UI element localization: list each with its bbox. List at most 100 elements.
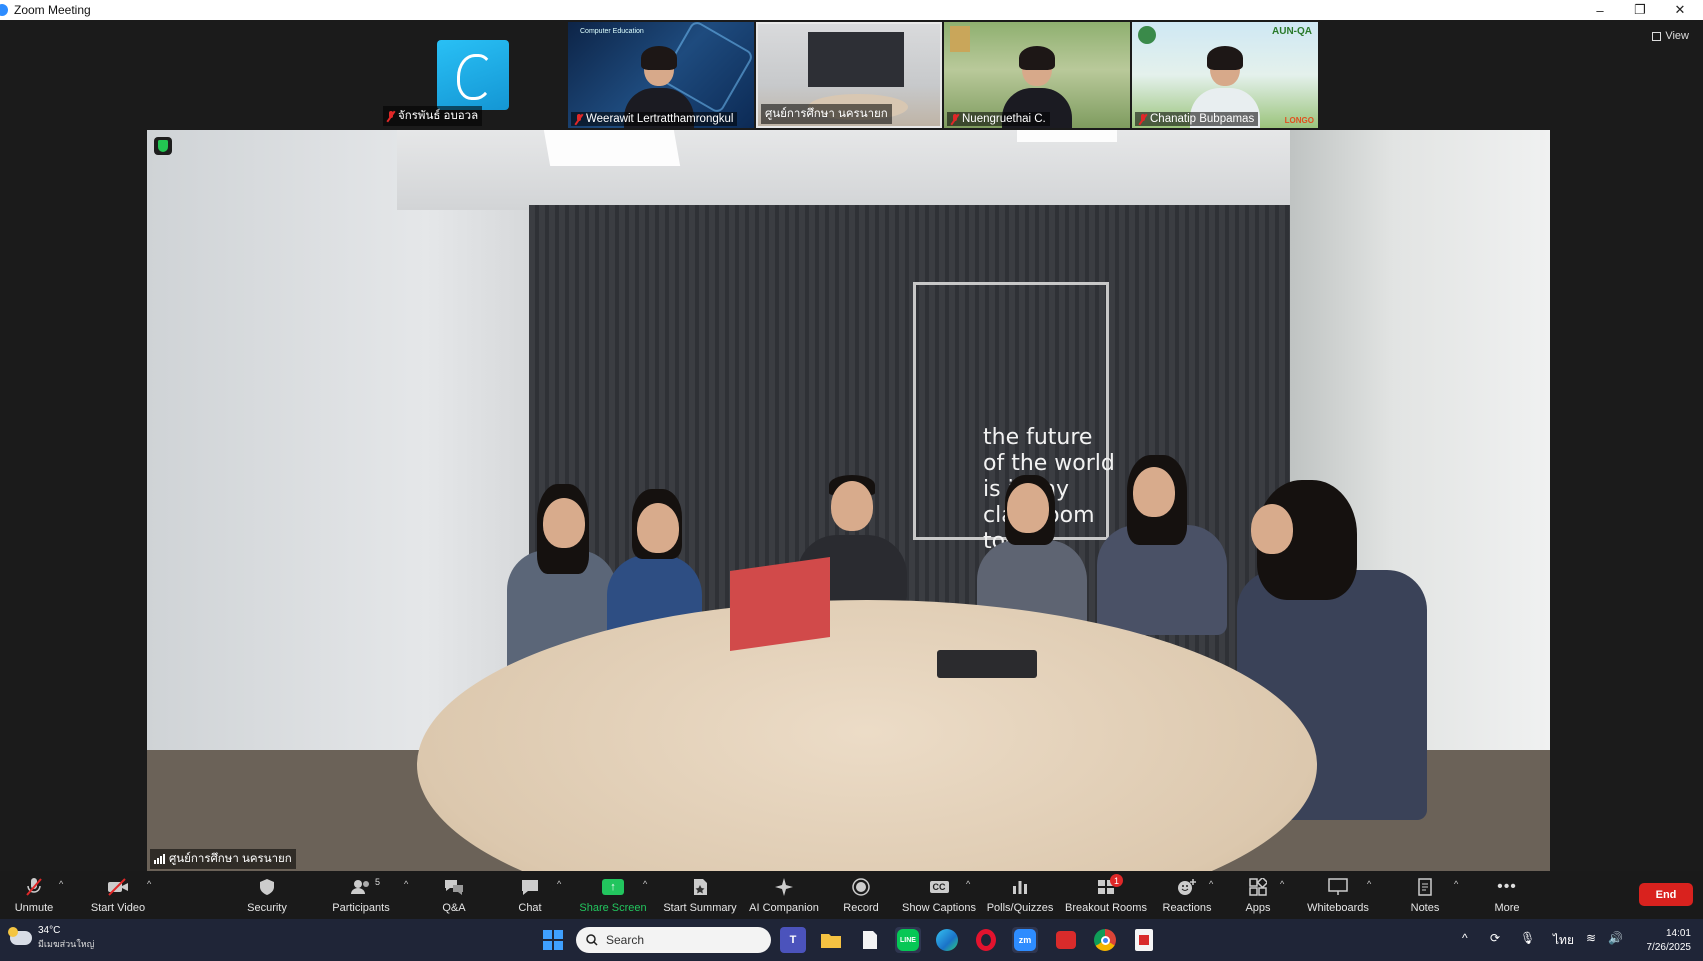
volume-icon[interactable]: 🔊 xyxy=(1608,931,1623,945)
participant-thumbnail[interactable]: AUN-QA Chanatip Bubpamas LONGO xyxy=(1132,22,1318,128)
unmute-button[interactable]: Unmute xyxy=(14,871,54,919)
show-captions-button[interactable]: CC Show Captions xyxy=(902,871,976,919)
mic-muted-icon xyxy=(23,877,45,897)
breakout-rooms-button[interactable]: 1 Breakout Rooms xyxy=(1065,871,1147,919)
participant-name: Chanatip Bubpamas xyxy=(1135,112,1259,126)
minimize-button[interactable]: – xyxy=(1580,0,1620,20)
connection-signal-icon xyxy=(154,854,165,864)
pdf-reader-icon[interactable] xyxy=(1131,927,1157,953)
chat-label: Chat xyxy=(518,902,542,914)
whiteboards-button[interactable]: Whiteboards xyxy=(1306,871,1370,919)
partly-cloudy-icon xyxy=(8,927,32,945)
clock-date: 7/26/2025 xyxy=(1646,942,1692,953)
shield-icon xyxy=(256,877,278,897)
start-button[interactable] xyxy=(540,927,566,953)
participants-button[interactable]: 5 Participants xyxy=(332,871,390,919)
qa-button[interactable]: Q&A xyxy=(441,871,467,919)
share-screen-icon: ↑ xyxy=(602,877,624,897)
taskbar-search[interactable]: Search xyxy=(576,927,771,953)
wifi-icon[interactable]: ≋ xyxy=(1586,931,1596,945)
participants-options-caret[interactable]: ^ xyxy=(404,879,408,889)
record-icon xyxy=(850,877,872,897)
participant-thumbnail[interactable]: จักรพันธ์ อบอวล xyxy=(380,22,566,128)
edge-browser-icon[interactable] xyxy=(934,927,960,953)
microphone-icon[interactable]: 🎙 xyxy=(1520,931,1535,945)
main-video[interactable]: the future of the world is in my classro… xyxy=(147,130,1550,871)
breakout-rooms-badge: 1 xyxy=(1110,874,1123,887)
whiteboards-label: Whiteboards xyxy=(1307,902,1369,914)
chat-button[interactable]: Chat xyxy=(518,871,542,919)
line-app-icon[interactable]: LINE xyxy=(895,927,921,953)
participant-name-text: Nuengruethai C. xyxy=(962,113,1046,125)
sync-icon[interactable]: ⟳ xyxy=(1490,931,1500,945)
encryption-shield-icon[interactable] xyxy=(154,137,172,155)
participant-thumbnail-active[interactable]: ศูนย์การศึกษา นครนายก xyxy=(756,22,942,128)
record-label: Record xyxy=(843,902,879,914)
security-label: Security xyxy=(247,902,287,914)
apps-button[interactable]: Apps xyxy=(1244,871,1272,919)
chat-options-caret[interactable]: ^ xyxy=(557,879,561,889)
bar-chart-icon xyxy=(1009,877,1031,897)
security-button[interactable]: Security xyxy=(245,871,289,919)
weather-widget[interactable]: 34°C มีเมฆส่วนใหญ่ xyxy=(8,925,94,951)
notepad-icon[interactable] xyxy=(857,927,883,953)
chat-icon xyxy=(519,877,541,897)
apps-icon xyxy=(1247,877,1269,897)
notes-label: Notes xyxy=(1410,902,1440,914)
participant-thumbnail[interactable]: Computer Education Weerawit Lertratthamr… xyxy=(568,22,754,128)
participant-name-text: Weerawit Lertratthamrongkul xyxy=(586,113,734,125)
show-hidden-icons-caret[interactable]: ^ xyxy=(1462,931,1468,945)
polls-button[interactable]: Polls/Quizzes xyxy=(987,871,1053,919)
participant-name-text: Chanatip Bubpamas xyxy=(1150,113,1255,125)
mic-muted-icon xyxy=(1139,113,1147,125)
video-options-caret[interactable]: ^ xyxy=(147,879,151,889)
show-captions-label: Show Captions xyxy=(902,902,976,914)
share-options-caret[interactable]: ^ xyxy=(643,879,647,889)
start-video-button[interactable]: Start Video xyxy=(88,871,148,919)
mic-muted-icon xyxy=(575,113,583,125)
meeting-toolbar: Unmute ^ Start Video ^ Security 5 Partic… xyxy=(0,871,1703,919)
apps-options-caret[interactable]: ^ xyxy=(1280,879,1284,889)
more-button[interactable]: ••• More xyxy=(1493,871,1521,919)
record-button[interactable]: Record xyxy=(843,871,879,919)
zoom-app-icon xyxy=(0,4,8,16)
window-title: Zoom Meeting xyxy=(14,3,91,17)
participant-thumbnail[interactable]: Nuengruethai C. xyxy=(944,22,1130,128)
notes-options-caret[interactable]: ^ xyxy=(1454,879,1458,889)
whiteboards-options-caret[interactable]: ^ xyxy=(1367,879,1371,889)
os-taskbar: 34°C มีเมฆส่วนใหญ่ Search T LINE zm ^ ⟳ … xyxy=(0,919,1703,961)
teams-icon[interactable]: T xyxy=(780,927,806,953)
end-meeting-button[interactable]: End xyxy=(1639,883,1693,906)
qa-label: Q&A xyxy=(442,902,466,914)
zoom-app-icon[interactable]: zm xyxy=(1012,927,1038,953)
corner-logo-text: LONGO xyxy=(1284,116,1314,125)
view-button[interactable]: View xyxy=(1652,30,1689,42)
opera-browser-icon[interactable] xyxy=(973,927,999,953)
input-language-indicator[interactable]: ไทย xyxy=(1553,931,1574,950)
chrome-browser-icon[interactable] xyxy=(1092,927,1118,953)
ai-companion-button[interactable]: AI Companion xyxy=(749,871,819,919)
file-explorer-icon[interactable] xyxy=(818,927,844,953)
mic-muted-icon xyxy=(387,110,395,122)
reactions-label: Reactions xyxy=(1162,902,1212,914)
share-screen-button[interactable]: ↑ Share Screen xyxy=(579,871,647,919)
reactions-options-caret[interactable]: ^ xyxy=(1209,879,1213,889)
close-button[interactable]: ✕ xyxy=(1660,0,1700,20)
captions-options-caret[interactable]: ^ xyxy=(966,879,970,889)
reactions-button[interactable]: Reactions xyxy=(1162,871,1212,919)
captions-icon: CC xyxy=(928,877,950,897)
room-wall xyxy=(808,32,904,87)
search-placeholder: Search xyxy=(606,933,645,947)
breakout-rooms-label: Breakout Rooms xyxy=(1065,902,1147,914)
start-summary-button[interactable]: Start Summary xyxy=(663,871,737,919)
ceiling-light xyxy=(543,130,681,166)
notes-button[interactable]: Notes xyxy=(1410,871,1440,919)
university-logo xyxy=(1138,26,1156,44)
mic-muted-icon xyxy=(951,113,959,125)
snipping-tool-icon[interactable] xyxy=(1053,927,1079,953)
system-clock[interactable]: 14:01 7/26/2025 xyxy=(1647,927,1692,955)
meeting-stage: View จักรพันธ์ อบอวล Computer Education … xyxy=(0,20,1703,871)
audio-options-caret[interactable]: ^ xyxy=(59,879,63,889)
start-summary-label: Start Summary xyxy=(663,902,737,914)
restore-button[interactable]: ❐ xyxy=(1620,0,1660,20)
